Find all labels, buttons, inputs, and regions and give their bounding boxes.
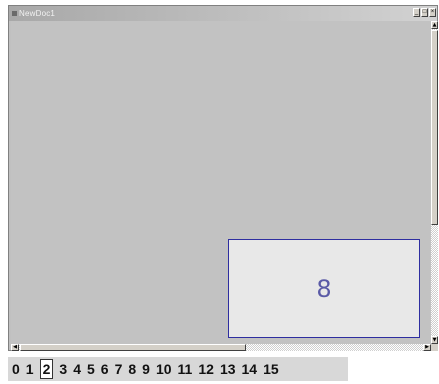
page-tab-active[interactable]: 2 — [39, 359, 54, 379]
page-tab[interactable]: 0 — [12, 360, 20, 378]
page-tab[interactable]: 13 — [220, 360, 236, 378]
close-button[interactable]: × — [429, 8, 436, 17]
page-tab[interactable]: 8 — [128, 360, 136, 378]
scroll-right-arrow-icon[interactable]: ▶ — [423, 344, 431, 351]
window-controls: _ □ × — [413, 8, 436, 17]
page-card[interactable]: 8 — [228, 239, 420, 338]
page-card-label: 8 — [316, 274, 332, 303]
scroll-down-arrow-icon[interactable]: ▼ — [431, 336, 438, 344]
scroll-up-arrow-icon[interactable]: ▲ — [431, 21, 438, 29]
page-tab[interactable]: 5 — [87, 360, 95, 378]
window-title: NewDoc1 — [19, 9, 56, 18]
page-tab[interactable]: 1 — [26, 360, 34, 378]
size-grip[interactable] — [431, 344, 438, 351]
vertical-scrollbar[interactable]: ▲ ▼ — [431, 21, 438, 344]
page-tab[interactable]: 14 — [242, 360, 258, 378]
page-tab[interactable]: 4 — [73, 360, 81, 378]
page-tab[interactable]: 11 — [178, 360, 193, 378]
page-tab-strip: 0 1 2 3 4 5 6 7 8 9 10 11 12 13 14 15 — [8, 357, 348, 381]
vertical-scroll-thumb[interactable] — [431, 30, 438, 225]
page-tab[interactable]: 9 — [142, 360, 150, 378]
page-tab[interactable]: 6 — [101, 360, 109, 378]
page-tab[interactable]: 7 — [115, 360, 123, 378]
scroll-left-arrow-icon[interactable]: ◀ — [11, 344, 19, 351]
page-tab[interactable]: 15 — [263, 360, 279, 378]
minimize-button[interactable]: _ — [413, 8, 420, 17]
page-tab[interactable]: 10 — [156, 360, 172, 378]
page-tab[interactable]: 12 — [198, 360, 214, 378]
app-icon — [12, 11, 17, 16]
maximize-button[interactable]: □ — [421, 8, 428, 17]
title-bar[interactable]: NewDoc1 _ □ × — [9, 6, 437, 21]
document-window: NewDoc1 _ □ × 8 ▲ ▼ ◀ ▶ — [8, 5, 438, 351]
canvas-area[interactable]: 8 — [11, 21, 431, 344]
horizontal-scrollbar[interactable]: ◀ ▶ — [11, 344, 431, 351]
horizontal-scroll-thumb[interactable] — [20, 344, 246, 351]
page-tab[interactable]: 3 — [59, 360, 67, 378]
